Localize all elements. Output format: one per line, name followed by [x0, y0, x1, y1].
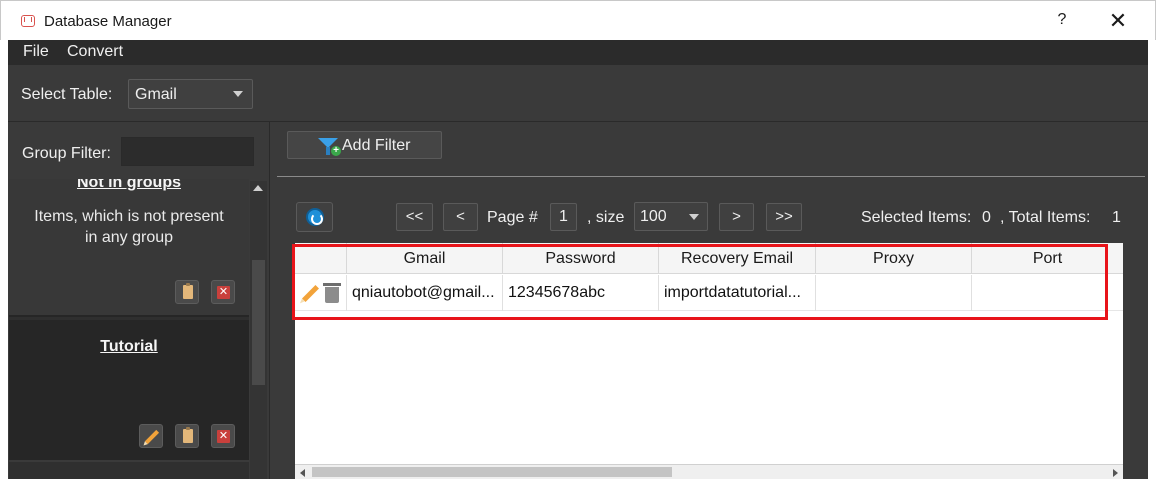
scroll-left-icon[interactable]	[300, 469, 305, 477]
table-row[interactable]: qniautobot@gmail... 12345678abc importda…	[295, 275, 1123, 311]
copy-group-button[interactable]	[175, 280, 199, 304]
window-titlebar: Database Manager ? ✕	[0, 0, 1156, 40]
menu-convert[interactable]: Convert	[67, 43, 123, 61]
chevron-down-icon	[233, 91, 243, 97]
scrollbar-thumb[interactable]	[252, 260, 265, 385]
select-table-label: Select Table:	[21, 86, 113, 103]
window-right-border	[1148, 40, 1156, 479]
filter-icon-stem	[326, 147, 330, 155]
group-filter-input[interactable]	[121, 137, 254, 166]
first-page-button[interactable]: <<	[396, 203, 433, 231]
size-label: , size	[587, 209, 625, 226]
delete-group-button[interactable]: ✕	[211, 424, 235, 448]
trash-icon[interactable]	[323, 283, 341, 303]
add-filter-button[interactable]: + Add Filter	[287, 131, 442, 159]
prev-page-button[interactable]: <	[443, 203, 478, 231]
cell-recovery-email[interactable]: importdatatutorial...	[659, 275, 816, 311]
table-header: Gmail Password Recovery Email Proxy Port	[295, 243, 1123, 274]
cell-proxy[interactable]	[816, 275, 972, 311]
last-page-button[interactable]: >>	[766, 203, 802, 231]
gmail-logo-icon	[21, 15, 35, 27]
edit-icon[interactable]	[302, 285, 319, 302]
table-header-proxy[interactable]: Proxy	[816, 243, 972, 274]
menu-file[interactable]: File	[23, 43, 49, 61]
table-horizontal-scrollbar[interactable]	[295, 464, 1123, 479]
cell-password[interactable]: 12345678abc	[503, 275, 659, 311]
select-table-dropdown[interactable]: Gmail	[128, 79, 253, 109]
copy-group-button[interactable]	[175, 424, 199, 448]
plus-icon: +	[331, 146, 341, 156]
refresh-button[interactable]	[296, 202, 333, 232]
add-filter-label: Add Filter	[342, 137, 411, 154]
next-page-button[interactable]: >	[719, 203, 754, 231]
close-icon[interactable]: ✕	[1105, 9, 1131, 35]
table-header-password[interactable]: Password	[503, 243, 659, 274]
page-label: Page #	[487, 209, 538, 226]
group-list-scrollbar[interactable]	[250, 181, 267, 479]
chevron-down-icon	[689, 214, 699, 220]
delete-icon: ✕	[217, 286, 230, 299]
select-table-value: Gmail	[135, 86, 177, 103]
group-card[interactable]: Tutorial ✕	[9, 320, 249, 462]
row-actions-cell	[295, 275, 347, 311]
total-items-count: 1	[1112, 209, 1121, 226]
group-filter-label: Group Filter:	[22, 145, 111, 162]
menu-bar: File Convert	[8, 40, 1148, 65]
edit-icon	[144, 429, 160, 445]
page-size-select[interactable]: 100	[634, 202, 708, 231]
table-header-gmail[interactable]: Gmail	[347, 243, 503, 274]
table-header-actions	[295, 243, 347, 274]
window-left-border	[0, 40, 8, 479]
window-title: Database Manager	[44, 13, 172, 30]
table-header-recovery-email[interactable]: Recovery Email	[659, 243, 816, 274]
group-title[interactable]: Not in groups	[9, 179, 249, 192]
help-button[interactable]: ?	[1053, 11, 1071, 31]
selected-items-count: 0	[982, 209, 991, 226]
edit-group-button[interactable]	[139, 424, 163, 448]
group-title[interactable]: Tutorial	[9, 338, 249, 356]
scroll-right-icon[interactable]	[1113, 469, 1118, 477]
clipboard-icon	[183, 427, 193, 443]
clipboard-icon	[183, 283, 193, 299]
total-items-label: , Total Items:	[1000, 209, 1091, 226]
table-header-port[interactable]: Port	[972, 243, 1123, 274]
page-size-value: 100	[640, 208, 667, 225]
delete-group-button[interactable]: ✕	[211, 280, 235, 304]
scroll-up-icon[interactable]	[253, 185, 263, 191]
divider	[277, 176, 1145, 177]
scrollbar-thumb[interactable]	[312, 467, 672, 477]
group-card[interactable]: Not in groups Items, which is not presen…	[9, 179, 249, 317]
selected-items-label: Selected Items:	[861, 209, 972, 226]
data-table: Gmail Password Recovery Email Proxy Port…	[295, 243, 1123, 479]
group-list: Not in groups Items, which is not presen…	[9, 179, 249, 479]
page-number-input[interactable]: 1	[550, 203, 577, 231]
cell-port[interactable]	[972, 275, 1123, 311]
group-description: Items, which is not present in any group	[34, 208, 224, 246]
refresh-icon	[306, 208, 324, 226]
delete-icon: ✕	[217, 430, 230, 443]
cell-gmail[interactable]: qniautobot@gmail...	[347, 275, 503, 311]
